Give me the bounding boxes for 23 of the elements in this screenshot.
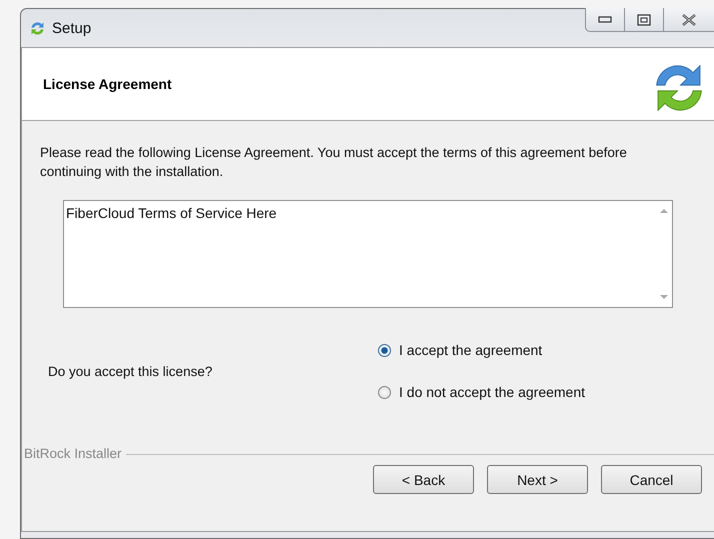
dialog-button[interactable]: Cancel: [601, 465, 702, 494]
minimize-icon: [598, 16, 612, 24]
window-title: Setup: [52, 20, 92, 36]
radio-option[interactable]: I accept the agreement: [378, 342, 586, 358]
dialog-button[interactable]: Next >: [487, 465, 588, 494]
close-button[interactable]: [663, 8, 714, 32]
refresh-icon: [29, 20, 46, 36]
license-text-area[interactable]: FiberCloud Terms of Service Here: [63, 200, 673, 308]
scroll-up-icon: [660, 208, 668, 214]
question-label: Do you accept this license?: [48, 364, 214, 378]
radio-button[interactable]: [378, 344, 391, 356]
installer-brand: BitRock Installer: [24, 446, 122, 461]
instruction-text: Please read the following License Agreement. You must accept the terms of this agreement before continuing with the installation.: [40, 144, 628, 181]
page-title: License Agreement: [43, 76, 172, 92]
radio-button[interactable]: [378, 386, 391, 398]
dialog-button[interactable]: < Back: [373, 465, 474, 494]
maximize-icon: [637, 14, 651, 26]
maximize-button[interactable]: [624, 8, 664, 32]
license-text: FiberCloud Terms of Service Here: [65, 204, 277, 223]
scroll-down-icon: [660, 294, 668, 300]
radio-option[interactable]: I do not accept the agreement: [378, 384, 586, 400]
close-icon: [681, 14, 697, 26]
minimize-button[interactable]: [585, 8, 625, 32]
